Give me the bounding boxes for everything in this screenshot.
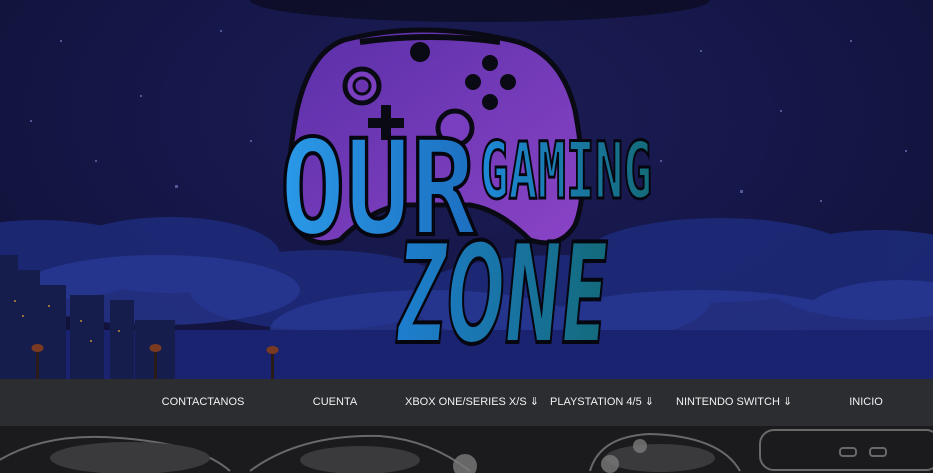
controller-pattern-strip xyxy=(0,426,933,473)
nav-item-inicio[interactable]: INICIO xyxy=(836,379,896,426)
hero-artwork: OUR GAMING ZONE xyxy=(0,0,933,379)
logo-line-zone: ZONE xyxy=(396,214,608,375)
nav-item-contactanos[interactable]: CONTACTANOS xyxy=(155,379,251,426)
controller-pattern xyxy=(0,429,933,473)
nav-item-nintendo-switch[interactable]: NINTENDO SWITCH ⇓ xyxy=(676,379,792,426)
main-nav-bar: CONTACTANOS CUENTA XBOX ONE/SERIES X/S ⇓… xyxy=(0,379,933,426)
nav-item-xbox[interactable]: XBOX ONE/SERIES X/S ⇓ xyxy=(405,379,539,426)
hero-banner: OUR GAMING ZONE xyxy=(0,0,933,379)
nav-item-cuenta[interactable]: CUENTA xyxy=(295,379,375,426)
logo-line-gaming: GAMING xyxy=(480,127,652,217)
nav-item-playstation[interactable]: PLAYSTATION 4/5 ⇓ xyxy=(550,379,654,426)
